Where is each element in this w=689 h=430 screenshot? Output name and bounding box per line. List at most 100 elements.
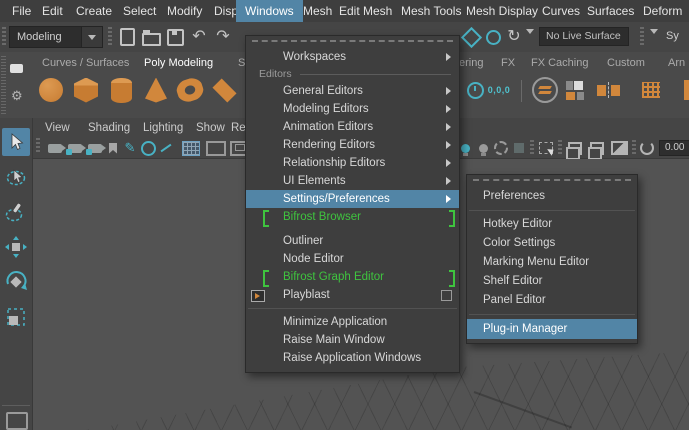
menubar-item-edit[interactable]: Edit (38, 0, 67, 22)
submenu-item-color-settings[interactable]: Color Settings (467, 234, 637, 253)
undo-button[interactable]: ↶ (188, 26, 210, 48)
construction-history-button[interactable]: ↻ (503, 26, 525, 48)
tearoff-handle[interactable] (252, 40, 453, 45)
shelf-options-button[interactable]: ⚙ (11, 88, 23, 104)
snap-together-button[interactable] (460, 26, 482, 48)
wireframe-on-shaded-button[interactable] (565, 140, 585, 160)
origin-coordinates-button[interactable]: 0,0,0 (482, 74, 516, 106)
poly-plane-button[interactable] (209, 74, 239, 106)
poly-cube-button[interactable] (71, 74, 101, 106)
menubar-item-create[interactable]: Create (72, 0, 116, 22)
menu-item-general-editors[interactable]: General Editors (246, 82, 459, 100)
make-live-button[interactable] (482, 26, 504, 48)
menu-item-modeling-editors[interactable]: Modeling Editors (246, 100, 459, 118)
menubar-item-select[interactable]: Select (119, 0, 160, 22)
menubar-item-curves[interactable]: Curves (538, 0, 584, 22)
open-scene-button[interactable] (140, 26, 162, 48)
submenu-item-marking-menu-editor[interactable]: Marking Menu Editor (467, 253, 637, 272)
greasepencil-button[interactable] (157, 140, 175, 156)
menu-item-minimize-application[interactable]: Minimize Application (246, 313, 459, 331)
toolbar-grip[interactable] (558, 140, 562, 155)
shelf-tab-custom[interactable]: Custom (603, 55, 649, 72)
smooth-layers-button[interactable] (530, 74, 560, 106)
submenu-item-preferences[interactable]: Preferences (467, 187, 637, 206)
menu-item-relationship-editors[interactable]: Relationship Editors (246, 154, 459, 172)
scale-tool-button[interactable] (2, 303, 30, 331)
select-camera-button[interactable] (45, 140, 66, 156)
submenu-item-shelf-editor[interactable]: Shelf Editor (467, 272, 637, 291)
panel-menu-lighting[interactable]: Lighting (143, 118, 183, 138)
menubar-item-surfaces[interactable]: Surfaces (583, 0, 638, 22)
live-surface-field[interactable]: No Live Surface (539, 27, 629, 46)
camera-attributes-button[interactable] (85, 140, 106, 156)
menu-set-selector[interactable]: Modeling (9, 26, 103, 48)
menubar-item-file[interactable]: File (8, 0, 35, 22)
rotate-tool-button[interactable] (2, 268, 30, 296)
layout-single-pane-button[interactable] (6, 412, 28, 430)
xray-button[interactable] (587, 140, 607, 160)
menu-item-raise-application-windows[interactable]: Raise Application Windows (246, 349, 459, 367)
toolbar-grip[interactable] (632, 140, 636, 155)
shelf-tabs-toggle-button[interactable] (10, 60, 23, 76)
new-scene-button[interactable] (116, 26, 138, 48)
2d-pan-zoom-button[interactable] (139, 140, 157, 156)
panel-menu-view[interactable]: View (45, 118, 70, 138)
poly-cone-button[interactable] (141, 74, 171, 106)
textured-button[interactable] (609, 140, 629, 156)
save-scene-button[interactable] (164, 26, 186, 48)
poly-cylinder-button[interactable] (106, 74, 136, 106)
all-lights-button[interactable] (475, 140, 491, 156)
option-box-icon[interactable] (441, 290, 452, 301)
menu-item-raise-main-window[interactable]: Raise Main Window (246, 331, 459, 349)
mirror-geometry-button[interactable] (592, 74, 624, 106)
live-surface-caret[interactable] (526, 29, 534, 52)
poly-torus-button[interactable] (174, 74, 206, 106)
submenu-item-panel-editor[interactable]: Panel Editor (467, 291, 637, 310)
menu-item-node-editor[interactable]: Node Editor (246, 250, 459, 268)
toolbar-grip[interactable] (2, 27, 6, 47)
lattice-grid-button[interactable] (636, 74, 666, 106)
grid-toggle-button[interactable] (180, 140, 202, 156)
shelf-tab-fx[interactable]: FX (497, 55, 519, 72)
menu-item-outliner[interactable]: Outliner (246, 232, 459, 250)
menubar-item-modify[interactable]: Modify (163, 0, 206, 22)
symmetry-caret[interactable] (650, 29, 658, 52)
menu-item-playblast[interactable]: Playblast (246, 286, 459, 304)
select-tool-button[interactable] (2, 128, 30, 156)
shadows-button[interactable] (493, 140, 509, 156)
image-plane-button[interactable]: ✎ (121, 140, 139, 156)
shelf-tab-curves-surfaces[interactable]: Curves / Surfaces (38, 55, 133, 72)
isolate-select-button[interactable] (537, 140, 555, 156)
panel-menu-shading[interactable]: Shading (88, 118, 130, 138)
toolbar-grip[interactable] (1, 56, 6, 114)
move-tool-button[interactable] (2, 233, 30, 261)
menu-set-caret[interactable] (81, 27, 102, 47)
menu-item-bifrost-browser[interactable]: Bifrost Browser (246, 208, 459, 227)
menu-item-ui-elements[interactable]: UI Elements (246, 172, 459, 190)
toolbar-grip[interactable] (640, 27, 644, 47)
poly-sphere-button[interactable] (36, 74, 66, 106)
menu-item-workspaces[interactable]: Workspaces (246, 48, 459, 66)
tearoff-handle[interactable] (473, 179, 631, 184)
lasso-select-tool-button[interactable] (2, 163, 30, 191)
menubar-item-windows[interactable]: Windows (236, 0, 303, 22)
menubar-item-deform[interactable]: Deform (639, 0, 686, 22)
bookmark-button[interactable] (105, 140, 121, 156)
lock-camera-button[interactable] (65, 140, 86, 156)
menu-item-bifrost-graph-editor[interactable]: Bifrost Graph Editor (246, 268, 459, 287)
occlusion-button[interactable] (511, 140, 527, 156)
toolbar-grip[interactable] (108, 27, 112, 47)
film-gate-button[interactable] (205, 140, 227, 156)
shelf-tab-arnold[interactable]: Arn (664, 55, 689, 72)
layout-squares-button[interactable] (560, 74, 590, 106)
exposure-toggle-button[interactable] (638, 140, 656, 156)
shelf-tab-poly-modeling[interactable]: Poly Modeling (140, 55, 217, 72)
shelf-tab-fx-caching[interactable]: FX Caching (527, 55, 592, 72)
menubar-item-edit-mesh[interactable]: Edit Mesh (335, 0, 396, 22)
toolbar-grip[interactable] (530, 140, 534, 155)
paint-select-tool-button[interactable] (2, 198, 30, 226)
submenu-item-hotkey-editor[interactable]: Hotkey Editor (467, 215, 637, 234)
panel-menu-show[interactable]: Show (196, 118, 225, 138)
menu-item-animation-editors[interactable]: Animation Editors (246, 118, 459, 136)
exposure-field[interactable]: 0.00 (659, 140, 689, 156)
